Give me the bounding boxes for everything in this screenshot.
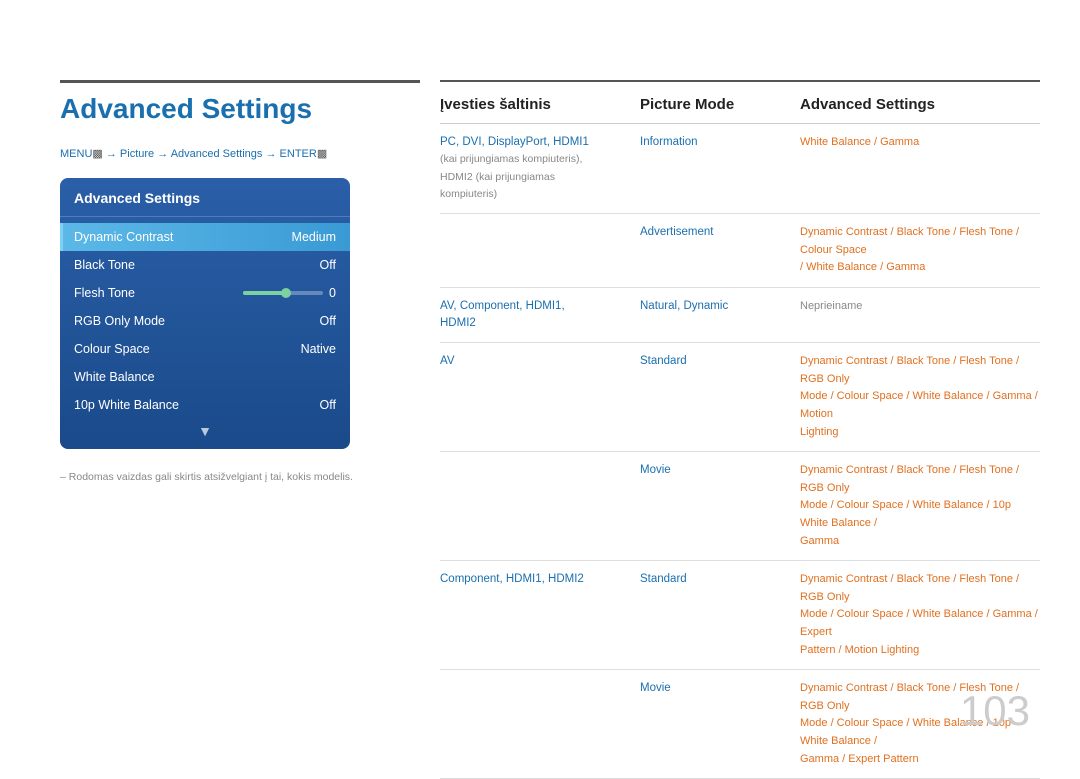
dynamic-contrast-label: Dynamic Contrast bbox=[74, 230, 173, 244]
source-cell: PC, DVI, DisplayPort, HDMI1 (kai prijung… bbox=[440, 134, 640, 203]
black-tone-value: Off bbox=[320, 258, 336, 272]
settings-cell: Dynamic Contrast / Black Tone / Flesh To… bbox=[800, 224, 1040, 277]
source-cell: Component, HDMI1, HDMI2 bbox=[440, 571, 640, 588]
flesh-tone-label: Flesh Tone bbox=[74, 286, 135, 300]
rgb-only-mode-label: RGB Only Mode bbox=[74, 314, 165, 328]
source-text: PC, DVI, DisplayPort, HDMI1 bbox=[440, 136, 589, 148]
mode-cell: Information bbox=[640, 134, 800, 151]
settings-text2: Mode / Colour Space / White Balance / Ga… bbox=[800, 608, 1038, 638]
menu-item-rgb-only-mode[interactable]: RGB Only Mode Off bbox=[60, 307, 350, 335]
footnote: Rodomas vaizdas gali skirtis atsižvelgia… bbox=[60, 471, 420, 483]
settings-text3: Lighting bbox=[800, 426, 839, 438]
dynamic-contrast-value: Medium bbox=[292, 230, 336, 244]
source-text2: HDMI2 bbox=[440, 317, 476, 329]
settings-cell: White Balance / Gamma bbox=[800, 134, 1040, 152]
menu-item-colour-space[interactable]: Colour Space Native bbox=[60, 335, 350, 363]
colour-space-value: Native bbox=[301, 342, 336, 356]
mode-cell: Standard bbox=[640, 353, 800, 370]
mode-cell: Advertisement bbox=[640, 224, 800, 241]
mode-text: Advertisement bbox=[640, 226, 714, 238]
settings-text2: / White Balance / Gamma bbox=[800, 261, 925, 273]
settings-text: Dynamic Contrast / Black Tone / Flesh To… bbox=[800, 226, 1019, 256]
colour-space-label: Colour Space bbox=[74, 342, 150, 356]
page-title: Advanced Settings bbox=[60, 80, 420, 125]
settings-text2: Mode / Colour Space / White Balance / 10… bbox=[800, 499, 1011, 529]
menu-item-black-tone[interactable]: Black Tone Off bbox=[60, 251, 350, 279]
settings-text3: Gamma bbox=[800, 535, 839, 547]
source-subtext3: kompiuteris) bbox=[440, 188, 497, 200]
settings-text: White Balance / Gamma bbox=[800, 136, 919, 148]
10p-white-balance-value: Off bbox=[320, 398, 336, 412]
black-tone-label: Black Tone bbox=[74, 258, 135, 272]
mode-cell: Natural, Dynamic bbox=[640, 298, 800, 315]
white-balance-label: White Balance bbox=[74, 370, 155, 384]
settings-text: Dynamic Contrast / Black Tone / Flesh To… bbox=[800, 464, 1019, 494]
settings-cell: Dynamic Contrast / Black Tone / Flesh To… bbox=[800, 353, 1040, 441]
mode-text: Standard bbox=[640, 355, 687, 367]
source-text: AV, Component, HDMI1, bbox=[440, 300, 565, 312]
right-section: Įvesties šaltinis Picture Mode Advanced … bbox=[440, 80, 1040, 779]
source-subtext2: HDMI2 (kai prijungiamas bbox=[440, 171, 555, 183]
left-section: Advanced Settings MENU▩ → Picture → Adva… bbox=[60, 80, 420, 483]
source-subtext: (kai prijungiamas kompiuteris), bbox=[440, 153, 582, 165]
source-text: Component, HDMI1, HDMI2 bbox=[440, 573, 584, 585]
menu-item-flesh-tone[interactable]: Flesh Tone 0 bbox=[60, 279, 350, 307]
mode-cell: Movie bbox=[640, 462, 800, 479]
mode-cell: Standard bbox=[640, 571, 800, 588]
settings-na: Neprieiname bbox=[800, 300, 862, 312]
source-text: AV bbox=[440, 355, 455, 367]
settings-cell: Dynamic Contrast / Black Tone / Flesh To… bbox=[800, 462, 1040, 550]
table-row: PC, DVI, DisplayPort, HDMI1 (kai prijung… bbox=[440, 124, 1040, 214]
breadcrumb: MENU▩ → Picture → Advanced Settings → EN… bbox=[60, 147, 420, 160]
mode-text: Natural, Dynamic bbox=[640, 300, 728, 312]
chevron-down-icon: ▼ bbox=[60, 419, 350, 441]
table-header: Įvesties šaltinis Picture Mode Advanced … bbox=[440, 96, 1040, 124]
flesh-tone-slider-bar[interactable] bbox=[243, 291, 323, 295]
menu-item-10p-white-balance[interactable]: 10p White Balance Off bbox=[60, 391, 350, 419]
table-row: Component, HDMI1, HDMI2 Standard Dynamic… bbox=[440, 561, 1040, 670]
table-row: AV, Component, HDMI1, HDMI2 Natural, Dyn… bbox=[440, 288, 1040, 344]
settings-cell: Neprieiname bbox=[800, 298, 1040, 316]
tv-panel-title: Advanced Settings bbox=[60, 190, 350, 217]
rgb-only-mode-value: Off bbox=[320, 314, 336, 328]
settings-text: Dynamic Contrast / Black Tone / Flesh To… bbox=[800, 573, 1019, 603]
menu-item-dynamic-contrast[interactable]: Dynamic Contrast Medium bbox=[60, 223, 350, 251]
mode-text: Standard bbox=[640, 573, 687, 585]
mode-text: Movie bbox=[640, 464, 671, 476]
table-row: Advertisement Dynamic Contrast / Black T… bbox=[440, 214, 1040, 288]
mode-text: Movie bbox=[640, 682, 671, 694]
tv-panel: Advanced Settings Dynamic Contrast Mediu… bbox=[60, 178, 350, 449]
top-divider bbox=[440, 80, 1040, 82]
flesh-tone-slider-container: 0 bbox=[243, 286, 336, 300]
mode-text: Information bbox=[640, 136, 698, 148]
source-cell: AV, Component, HDMI1, HDMI2 bbox=[440, 298, 640, 333]
10p-white-balance-label: 10p White Balance bbox=[74, 398, 179, 412]
col-title-mode: Picture Mode bbox=[640, 96, 800, 113]
flesh-tone-slider-fill bbox=[243, 291, 283, 295]
col-title-settings: Advanced Settings bbox=[800, 96, 1040, 113]
mode-cell: Movie bbox=[640, 680, 800, 697]
col-title-source: Įvesties šaltinis bbox=[440, 96, 640, 113]
settings-text: Dynamic Contrast / Black Tone / Flesh To… bbox=[800, 355, 1019, 385]
flesh-tone-slider-dot bbox=[281, 288, 291, 298]
settings-text3: Pattern / Motion Lighting bbox=[800, 644, 919, 656]
page-number: 103 bbox=[960, 687, 1030, 735]
table-row: Movie Dynamic Contrast / Black Tone / Fl… bbox=[440, 452, 1040, 561]
table-row: AV Standard Dynamic Contrast / Black Ton… bbox=[440, 343, 1040, 452]
flesh-tone-value: 0 bbox=[329, 286, 336, 300]
source-cell: AV bbox=[440, 353, 640, 370]
menu-item-white-balance[interactable]: White Balance bbox=[60, 363, 350, 391]
settings-text2: Mode / Colour Space / White Balance / Ga… bbox=[800, 390, 1038, 420]
settings-cell: Dynamic Contrast / Black Tone / Flesh To… bbox=[800, 571, 1040, 659]
